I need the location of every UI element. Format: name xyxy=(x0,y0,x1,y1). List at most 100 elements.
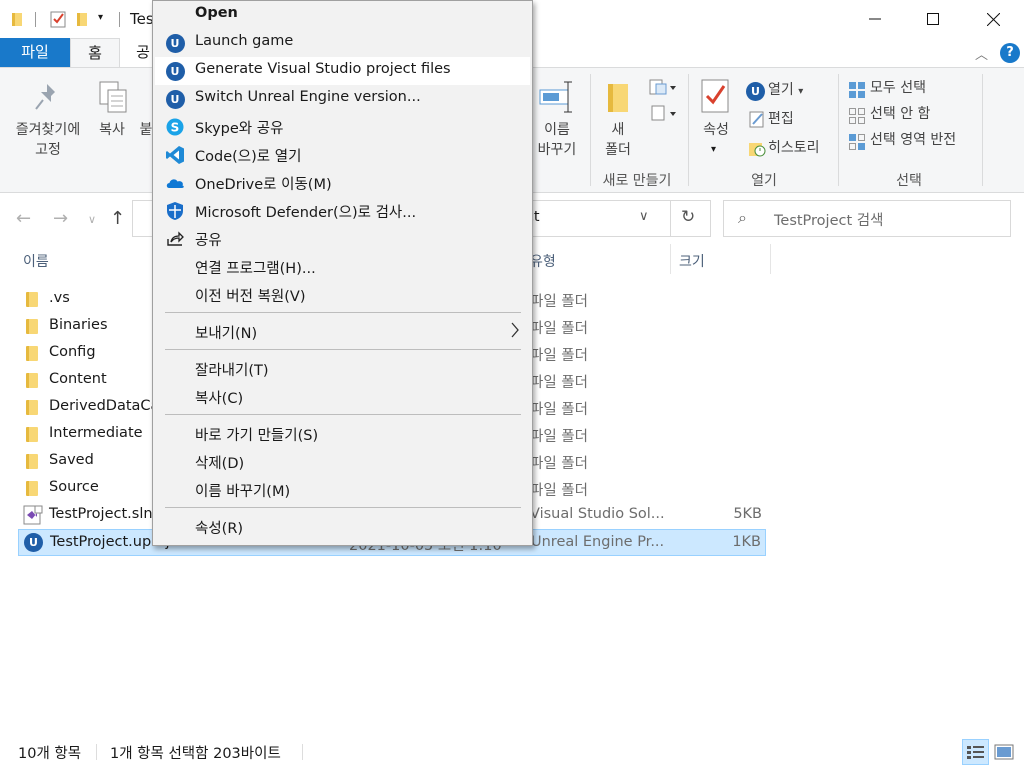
close-button[interactable] xyxy=(964,0,1022,38)
onedrive-icon xyxy=(165,173,185,193)
menu-item-defender-scan[interactable]: Microsoft Defender(으)로 검사... xyxy=(155,197,530,225)
file-type: 파일 폴더 xyxy=(530,348,588,364)
help-icon[interactable]: ? xyxy=(1000,43,1020,63)
item-count: 10개 항목 xyxy=(18,746,82,762)
divider xyxy=(35,12,36,27)
chevron-right-icon xyxy=(510,321,520,343)
file-name: Config xyxy=(49,344,96,360)
menu-item-launch-game[interactable]: U Launch game xyxy=(155,29,530,57)
menu-item-label: 바로 가기 만들기(S) xyxy=(195,428,319,444)
history-button[interactable]: 히스토리 xyxy=(768,138,820,158)
unreal-icon: U xyxy=(24,533,43,552)
folder-icon xyxy=(26,481,38,496)
forward-icon[interactable]: → xyxy=(53,208,68,229)
new-item-icon[interactable] xyxy=(648,78,678,100)
menu-item-create-shortcut[interactable]: 바로 가기 만들기(S) xyxy=(155,420,530,448)
properties-icon xyxy=(700,78,732,118)
menu-item-delete[interactable]: 삭제(D) xyxy=(155,448,530,476)
invert-selection-button[interactable]: 선택 영역 반전 xyxy=(870,130,956,150)
group-new-label: 새로 만들기 xyxy=(602,173,672,189)
divider xyxy=(119,12,120,27)
file-name: .vs xyxy=(49,290,70,306)
menu-item-restore-previous-versions[interactable]: 이전 버전 복원(V) xyxy=(155,281,530,309)
menu-item-cut[interactable]: 잘라내기(T) xyxy=(155,355,530,383)
back-icon[interactable]: ← xyxy=(16,208,31,229)
properties-check-icon[interactable] xyxy=(50,9,66,29)
new-folder-icon[interactable] xyxy=(75,9,91,29)
file-type: 파일 폴더 xyxy=(530,294,588,310)
select-all-button[interactable]: 모두 선택 xyxy=(870,78,926,98)
unreal-icon: U xyxy=(746,82,765,101)
folder-icon xyxy=(26,427,38,442)
pin-to-quick-access-button[interactable]: 즐겨찾기에 고정 xyxy=(4,120,92,160)
search-input[interactable]: TestProject 검색 xyxy=(774,209,883,230)
folder-icon xyxy=(26,319,38,334)
menu-item-onedrive-move[interactable]: OneDrive로 이동(M) xyxy=(155,169,530,197)
column-size[interactable]: 크기 xyxy=(679,251,705,273)
search-icon: ⌕ xyxy=(738,208,747,227)
context-menu: Open U Launch game U Generate Visual Stu… xyxy=(152,0,533,546)
menu-item-label: 잘라내기(T) xyxy=(195,363,269,379)
file-name: Content xyxy=(49,371,107,387)
tab-file[interactable]: 파일 xyxy=(0,38,70,67)
menu-item-skype-share[interactable]: S Skype와 공유 xyxy=(155,113,530,141)
rename-label-line2: 바꾸기 xyxy=(537,142,577,158)
select-all-icon xyxy=(848,81,866,103)
tab-home[interactable]: 홈 xyxy=(70,38,120,67)
menu-separator xyxy=(165,349,521,350)
unreal-icon: U xyxy=(165,61,185,81)
menu-item-generate-vs-project[interactable]: U Generate Visual Studio project files xyxy=(155,57,530,85)
svg-text:S: S xyxy=(171,121,180,135)
menu-item-switch-engine-version[interactable]: U Switch Unreal Engine version... xyxy=(155,85,530,113)
properties-button[interactable]: 속성 xyxy=(694,120,738,140)
customize-toolbar-icon[interactable]: ▾ xyxy=(98,12,114,32)
minimize-button[interactable] xyxy=(846,0,904,38)
details-view-icon[interactable] xyxy=(962,739,989,765)
column-name[interactable]: 이름 xyxy=(23,251,49,273)
column-type[interactable]: 유형 xyxy=(530,251,556,273)
column-divider[interactable] xyxy=(770,244,771,274)
recent-locations-icon[interactable]: ∨ xyxy=(88,213,96,226)
file-type: Visual Studio Sol... xyxy=(530,506,665,522)
new-folder-button[interactable]: 새 폴더 xyxy=(598,120,638,160)
menu-item-label: Open xyxy=(195,5,238,21)
large-icons-view-icon[interactable] xyxy=(993,740,1017,768)
edit-button[interactable]: 편집 xyxy=(768,109,794,129)
address-dropdown-icon[interactable]: ∨ xyxy=(639,209,649,224)
menu-item-send-to[interactable]: 보내기(N) xyxy=(155,318,530,346)
easy-access-icon[interactable] xyxy=(648,104,678,126)
group-select-label: 선택 xyxy=(896,173,922,189)
menu-item-open-with-code[interactable]: Code(으)로 열기 xyxy=(155,141,530,169)
menu-item-properties[interactable]: 속성(R) xyxy=(155,513,530,541)
status-bar: 10개 항목 1개 항목 선택함 203바이트 xyxy=(0,736,1024,768)
menu-item-rename[interactable]: 이름 바꾸기(M) xyxy=(155,476,530,504)
menu-item-open-with[interactable]: 연결 프로그램(H)... xyxy=(155,253,530,281)
menu-item-label: Launch game xyxy=(195,33,294,49)
menu-item-share[interactable]: 공유 xyxy=(155,225,530,253)
file-size: 1KB xyxy=(732,534,761,550)
collapse-ribbon-icon[interactable]: ︿ xyxy=(975,44,988,63)
skype-icon: S xyxy=(165,117,185,137)
chevron-down-icon[interactable]: ▾ xyxy=(711,144,716,155)
copy-button[interactable]: 복사 xyxy=(92,120,132,140)
rename-button[interactable]: 이름 바꾸기 xyxy=(530,120,584,160)
share-icon xyxy=(165,229,185,249)
menu-item-label: 속성(R) xyxy=(195,521,244,537)
up-icon[interactable]: ↑ xyxy=(110,208,125,229)
maximize-button[interactable] xyxy=(904,0,962,38)
menu-item-label: Switch Unreal Engine version... xyxy=(195,89,421,105)
close-icon xyxy=(986,12,1000,26)
new-folder-label-line2: 폴더 xyxy=(605,142,631,158)
vscode-icon xyxy=(165,145,185,165)
column-divider[interactable] xyxy=(670,244,671,274)
menu-item-label: Generate Visual Studio project files xyxy=(195,61,451,77)
open-button[interactable]: 열기 ▾ xyxy=(768,80,803,102)
select-none-button[interactable]: 선택 안 함 xyxy=(870,104,930,124)
refresh-icon[interactable]: ↻ xyxy=(681,207,695,227)
divider xyxy=(670,201,671,236)
search-box[interactable]: ⌕ TestProject 검색 xyxy=(723,200,1011,237)
pin-label-line1: 즐겨찾기에 xyxy=(15,122,81,138)
menu-item-copy[interactable]: 복사(C) xyxy=(155,383,530,411)
menu-item-open[interactable]: Open xyxy=(155,1,530,29)
file-size: 5KB xyxy=(733,506,762,522)
